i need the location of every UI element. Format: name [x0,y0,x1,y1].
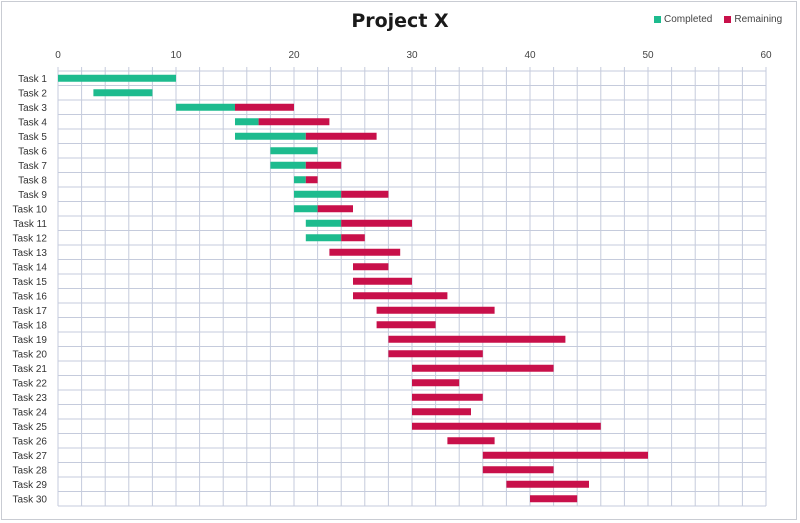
task-label: Task 26 [13,436,48,447]
x-tick-label: 60 [760,50,772,61]
bar-remaining [530,495,578,503]
x-tick-label: 50 [642,50,654,61]
task-label: Task 23 [13,393,48,404]
bar-remaining [412,408,471,416]
bar-remaining [305,161,342,169]
task-label: Task 25 [13,422,48,433]
bar-remaining [376,306,495,314]
bar-remaining [305,132,377,140]
task-label: Task 28 [13,465,48,476]
bar-remaining [341,219,412,227]
task-label: Task 13 [13,248,48,259]
bar-remaining [258,118,330,126]
bar-remaining [447,437,495,445]
bar-completed [58,74,176,82]
task-label: Task 4 [18,117,47,128]
bar-remaining [235,103,294,111]
task-label: Task 6 [18,146,47,157]
bar-completed [235,118,259,126]
task-label: Task 10 [13,204,48,215]
task-label: Task 2 [18,88,47,99]
bar-remaining [412,364,554,372]
task-label: Task 16 [13,291,48,302]
task-label: Task 22 [13,378,48,389]
bar-completed [294,205,318,213]
bar-remaining [482,451,648,459]
bar-completed [235,132,306,140]
bar-remaining [388,350,483,358]
x-tick-label: 20 [288,50,300,61]
bar-remaining [412,422,601,430]
bar-remaining [412,393,483,401]
task-label: Task 3 [18,103,47,114]
bar-completed [305,234,342,242]
bar-completed [305,219,342,227]
bar-remaining [353,292,448,300]
task-label: Task 29 [13,480,48,491]
task-label: Task 30 [13,494,48,505]
bar-completed [294,190,342,198]
gantt-chart: 0 10 20 30 40 50 60 Task 1 Task 2 Task 3 Task 4 Tas… [13,50,772,507]
task-label: Task 14 [13,262,48,273]
bar-completed [294,176,306,184]
task-label: Task 11 [13,219,47,230]
bar-completed [270,147,318,155]
task-label: Task 12 [13,233,48,244]
task-label: Task 24 [13,407,48,418]
task-label: Task 7 [18,161,47,172]
task-label: Task 18 [13,320,48,331]
bar-remaining [506,480,589,488]
task-label: Task 27 [13,451,48,462]
bar-remaining [305,176,318,184]
task-label: Task 15 [13,277,48,288]
task-label: Task 21 [13,364,48,375]
bar-remaining [388,335,566,343]
bar-remaining [353,263,389,271]
task-label: Task 5 [18,132,47,143]
x-tick-label: 40 [524,50,536,61]
x-tick-label: 30 [406,50,418,61]
task-label: Task 1 [18,74,47,85]
bar-completed [93,89,153,97]
bar-remaining [376,321,436,329]
task-label: Task 17 [13,306,48,317]
bar-remaining [329,248,401,256]
bar-completed [176,103,235,111]
task-label: Task 8 [18,175,47,186]
bar-remaining [412,379,460,387]
x-tick-label: 10 [170,50,182,61]
task-label: Task 20 [13,349,48,360]
task-label: Task 9 [18,190,47,201]
bar-remaining [341,190,389,198]
task-label: Task 19 [13,335,48,346]
bar-remaining [341,234,365,242]
bar-remaining [317,205,353,213]
bar-completed [270,161,306,169]
x-tick-label: 0 [55,50,61,61]
bar-remaining [482,466,554,474]
bar-remaining [353,277,412,285]
